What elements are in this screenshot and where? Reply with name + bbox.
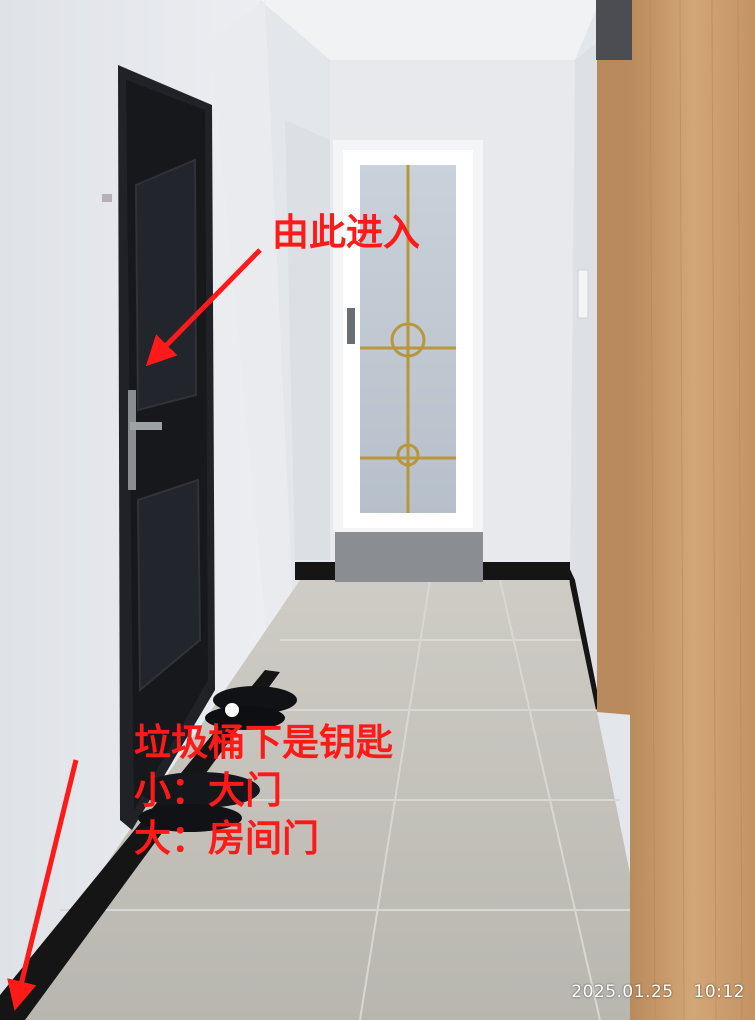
door-step [335, 530, 483, 582]
wardrobe-panel [630, 0, 755, 1020]
back-baseboard-left [295, 562, 335, 580]
keys-annotation-line-1: 垃圾桶下是钥匙 [134, 720, 393, 764]
keys-annotation: 垃圾桶下是钥匙 小：大门 大：房间门 [134, 718, 393, 862]
enter-here-annotation: 由此进入 [272, 210, 420, 254]
shelf-items [596, 0, 632, 60]
wall-sticker [102, 194, 112, 202]
back-baseboard-right [482, 562, 570, 580]
slipper-logo [225, 703, 239, 717]
photo-timestamp: 2025.01.25 10:12 [571, 982, 745, 1002]
light-switch [577, 269, 589, 319]
timestamp-time: 10:12 [693, 982, 745, 1002]
keys-annotation-line-3: 大：房间门 [134, 816, 319, 860]
keys-annotation-line-2: 小：大门 [134, 768, 282, 812]
door-lock-plate [128, 390, 136, 490]
timestamp-date: 2025.01.25 [571, 982, 674, 1002]
bathroom-door-handle [347, 308, 355, 344]
door-handle [130, 422, 162, 430]
wardrobe-side [597, 10, 632, 715]
hallway-photo [0, 0, 755, 1020]
door-panel-upper [134, 158, 198, 412]
